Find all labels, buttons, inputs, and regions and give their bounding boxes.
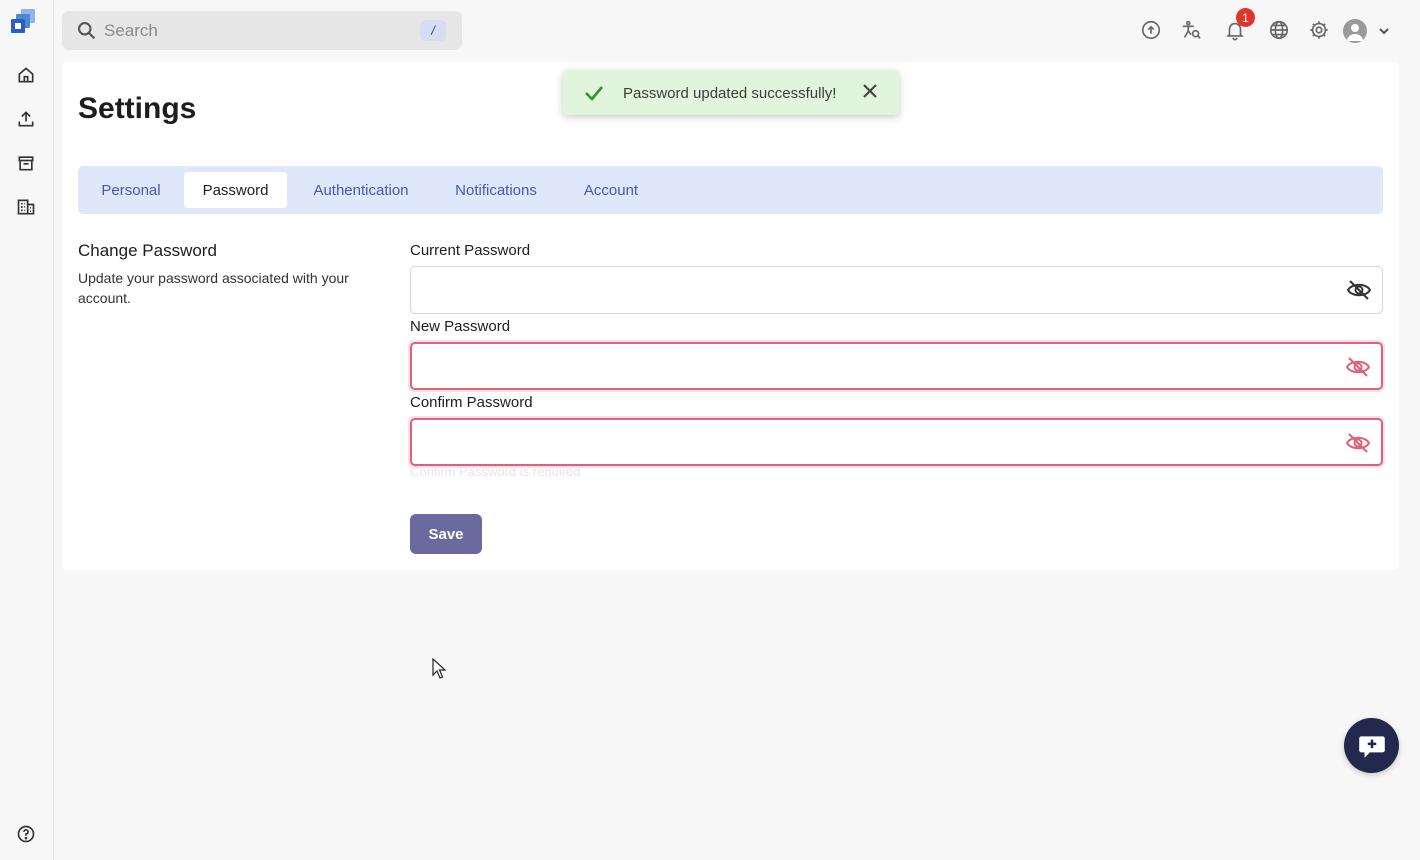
search-icon <box>78 22 96 40</box>
new-password-field <box>410 342 1383 390</box>
chevron-down-icon <box>1379 28 1389 35</box>
chat-button[interactable] <box>1344 718 1399 773</box>
gear-icon[interactable] <box>1307 18 1331 42</box>
eye-off-icon[interactable] <box>1345 356 1371 378</box>
toast-message: Password updated successfully! <box>623 85 837 102</box>
eye-off-icon[interactable] <box>1346 279 1372 301</box>
page-title: Settings <box>78 92 197 125</box>
confirm-password-error: Confirm Password is required <box>410 464 581 479</box>
tab-authentication[interactable]: Authentication <box>296 172 426 208</box>
search-bar[interactable]: / <box>62 11 462 50</box>
archive-icon[interactable] <box>13 150 39 176</box>
sidebar <box>0 0 54 860</box>
check-icon <box>585 86 603 101</box>
search-shortcut-badge: / <box>420 20 446 41</box>
current-password-field <box>410 266 1383 314</box>
user-menu[interactable] <box>1340 16 1398 46</box>
tab-password[interactable]: Password <box>184 172 287 208</box>
tab-account[interactable]: Account <box>566 172 656 208</box>
confirm-password-input[interactable] <box>424 420 1324 464</box>
confirm-password-label: Confirm Password <box>410 394 533 411</box>
new-password-label: New Password <box>410 318 511 335</box>
eye-off-icon[interactable] <box>1345 432 1371 454</box>
app-logo-icon[interactable] <box>9 7 39 37</box>
upload-icon[interactable] <box>13 106 39 132</box>
settings-card: Settings Personal Password Authenticatio… <box>62 62 1399 570</box>
section-description: Update your password associated with you… <box>78 270 349 306</box>
mouse-cursor-icon <box>432 658 446 679</box>
globe-icon[interactable] <box>1267 18 1291 42</box>
close-icon[interactable] <box>861 82 879 100</box>
current-password-input[interactable] <box>423 267 1323 313</box>
new-password-input[interactable] <box>424 344 1324 388</box>
chat-bubble-icon <box>1358 735 1385 758</box>
notification-badge: 1 <box>1236 8 1255 27</box>
home-icon[interactable] <box>13 62 39 88</box>
current-password-label: Current Password <box>410 242 531 259</box>
confirm-password-field <box>410 418 1383 466</box>
upload-cloud-icon[interactable] <box>1139 18 1163 42</box>
help-icon[interactable] <box>13 821 39 847</box>
section-title: Change Password <box>78 241 217 260</box>
success-toast: Password updated successfully! <box>563 70 899 115</box>
tab-personal[interactable]: Personal <box>86 172 176 208</box>
accessibility-icon[interactable] <box>1179 18 1203 42</box>
building-icon[interactable] <box>13 194 39 220</box>
save-button[interactable]: Save <box>410 514 482 554</box>
search-input[interactable] <box>104 11 404 50</box>
tab-notifications[interactable]: Notifications <box>438 172 554 208</box>
settings-tabs: Personal Password Authentication Notific… <box>78 166 1383 214</box>
avatar <box>1343 19 1367 43</box>
